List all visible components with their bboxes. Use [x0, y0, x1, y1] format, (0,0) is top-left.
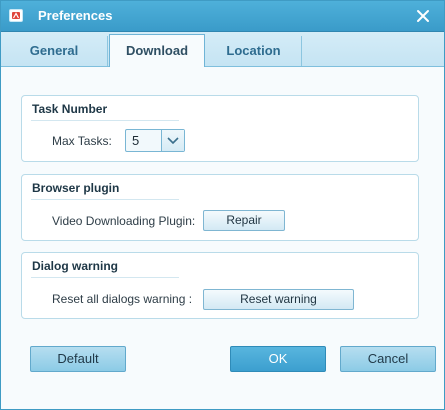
tab-download[interactable]: Download	[109, 34, 205, 67]
tab-general[interactable]: General	[1, 36, 108, 66]
cancel-button[interactable]: Cancel	[340, 346, 436, 372]
repair-button[interactable]: Repair	[203, 210, 285, 231]
chevron-down-icon[interactable]	[161, 130, 184, 151]
tab-bar: General Download Location	[1, 32, 444, 67]
max-tasks-label: Max Tasks:	[52, 134, 112, 148]
window-title: Preferences	[38, 8, 113, 23]
dialog-warning-panel: Dialog warning Reset all dialogs warning…	[21, 252, 419, 319]
preferences-window: Preferences General Download Location Ta…	[0, 0, 445, 410]
close-icon[interactable]	[413, 7, 433, 25]
reset-warning-button[interactable]: Reset warning	[203, 289, 354, 310]
video-plugin-label: Video Downloading Plugin:	[52, 214, 196, 228]
task-number-title: Task Number	[32, 102, 108, 116]
dialog-warning-title: Dialog warning	[32, 259, 119, 273]
default-button[interactable]: Default	[30, 346, 126, 372]
ok-button[interactable]: OK	[230, 346, 326, 372]
browser-plugin-panel: Browser plugin Video Downloading Plugin:…	[21, 174, 419, 241]
max-tasks-value: 5	[132, 133, 140, 148]
app-icon	[9, 9, 23, 22]
max-tasks-select[interactable]: 5	[125, 129, 185, 152]
divider	[31, 120, 179, 121]
title-bar: Preferences	[1, 1, 444, 32]
divider	[31, 199, 179, 200]
divider	[31, 277, 179, 278]
task-number-panel: Task Number Max Tasks: 5	[21, 95, 419, 162]
reset-dialogs-label: Reset all dialogs warning :	[52, 292, 193, 306]
browser-plugin-title: Browser plugin	[32, 181, 120, 195]
tab-location[interactable]: Location	[206, 36, 302, 66]
